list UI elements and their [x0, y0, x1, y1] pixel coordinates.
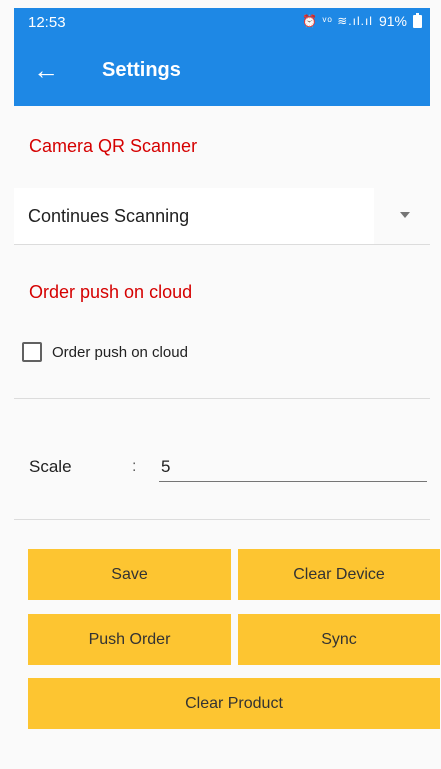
- status-time: 12:53: [28, 14, 66, 31]
- dropdown-selected-value: Continues Scanning: [28, 206, 190, 226]
- divider: [14, 398, 430, 399]
- order-section-title: Order push on cloud: [29, 282, 193, 302]
- scale-input[interactable]: [159, 452, 427, 482]
- status-bar: 12:53 ⏰ ᵛᵒ ≋.ıl.ıl 91%: [14, 8, 430, 36]
- battery-level: 91%: [378, 13, 407, 29]
- scale-separator: :: [132, 458, 137, 475]
- page-title: Settings: [102, 59, 181, 81]
- scan-mode-dropdown[interactable]: Continues Scanning: [14, 188, 430, 244]
- order-push-checkbox[interactable]: [22, 342, 42, 362]
- dropdown-arrow-icon: [400, 212, 410, 218]
- app-bar: ← Settings: [14, 36, 430, 106]
- checkbox-label: Order push on cloud: [52, 343, 188, 361]
- clear-product-button[interactable]: Clear Product: [28, 678, 440, 729]
- signal-icons: ⏰ ᵛᵒ ≋.ıl.ıl: [302, 14, 373, 28]
- status-indicators: ⏰ ᵛᵒ ≋.ıl.ıl 91%: [302, 12, 422, 29]
- order-push-checkbox-row[interactable]: Order push on cloud: [22, 340, 188, 364]
- battery-icon: [413, 12, 422, 28]
- camera-section-title: Camera QR Scanner: [29, 136, 198, 156]
- divider: [14, 244, 430, 245]
- save-button[interactable]: Save: [28, 549, 231, 600]
- clear-device-button[interactable]: Clear Device: [238, 549, 440, 600]
- scale-label: Scale: [29, 457, 72, 476]
- push-order-button[interactable]: Push Order: [28, 614, 231, 665]
- sync-button[interactable]: Sync: [238, 614, 440, 665]
- dropdown-field: Continues Scanning: [14, 188, 374, 244]
- divider: [14, 519, 430, 520]
- back-arrow-icon[interactable]: ←: [30, 54, 62, 86]
